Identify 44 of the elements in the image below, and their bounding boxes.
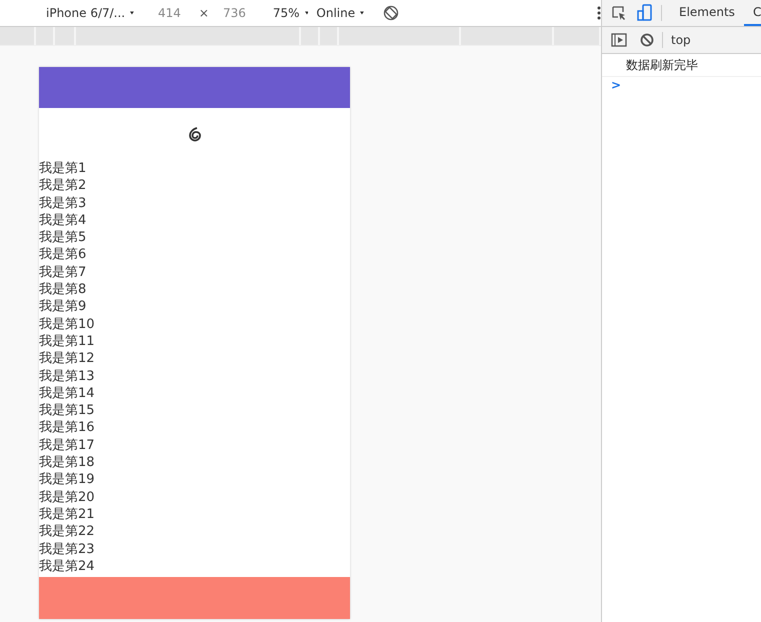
list-item: 我是第7	[39, 264, 86, 282]
console-message: 数据刷新完毕	[602, 54, 761, 77]
list-item: 我是第21	[39, 506, 95, 524]
list-item: 我是第13	[39, 368, 95, 385]
list-item: 我是第17	[39, 436, 95, 454]
list-item: 我是第19	[39, 471, 95, 489]
rotate-icon[interactable]	[383, 5, 400, 21]
context-select[interactable]: top	[671, 33, 691, 47]
list-item: 我是第24	[39, 558, 95, 576]
clear-icon[interactable]	[640, 33, 654, 47]
list-item: 我是第10	[39, 316, 95, 333]
list-item: 我是第12	[39, 350, 95, 368]
list-item: 我是第16	[39, 419, 95, 437]
list-item: 我是第18	[39, 454, 95, 472]
list-item: 我是第4	[39, 212, 86, 230]
list-item: 我是第2	[39, 177, 86, 195]
list-item: 我是第5	[39, 229, 86, 246]
height-input[interactable]: 736	[222, 6, 246, 20]
list-item: 我是第3	[39, 194, 86, 212]
network-select[interactable]: Online	[316, 6, 356, 20]
inspect-icon[interactable]	[611, 5, 627, 21]
list-item: 我是第14	[39, 384, 95, 402]
list-item: 我是第1	[39, 160, 86, 178]
list-item: 我是第6	[39, 246, 86, 264]
list-item: 我是第22	[39, 523, 95, 541]
list-item: 我是第20	[39, 488, 95, 506]
device-toolbar-icon[interactable]	[637, 4, 653, 22]
list-item: 我是第11	[39, 332, 95, 350]
more-icon[interactable]	[597, 6, 602, 20]
caret-icon[interactable]	[360, 10, 364, 16]
console-prompt[interactable]: >	[611, 78, 622, 92]
list-item: 我是第8	[39, 281, 86, 298]
zoom-select[interactable]: 75%	[272, 6, 300, 20]
devtools-tab[interactable]: Elements	[670, 0, 744, 26]
list-item: 我是第9	[39, 298, 86, 316]
list-item: 我是第15	[39, 402, 95, 420]
sidebar-icon[interactable]	[611, 33, 627, 47]
device-select[interactable]: iPhone 6/7/...	[46, 6, 126, 20]
caret-icon[interactable]	[304, 10, 308, 16]
spinner-icon	[186, 126, 202, 142]
list-item: 我是第23	[39, 540, 95, 558]
width-input[interactable]: 414	[158, 6, 181, 20]
caret-icon[interactable]	[130, 10, 134, 16]
times-sign: ×	[198, 6, 209, 20]
